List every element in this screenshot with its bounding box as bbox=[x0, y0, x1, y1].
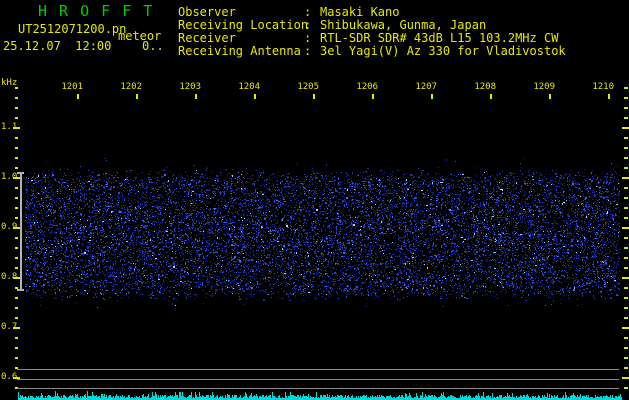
time-tick-mark bbox=[77, 94, 79, 99]
level-ref-line-1 bbox=[17, 369, 619, 370]
freq-minor-tick-right bbox=[624, 117, 628, 119]
freq-minor-tick-right bbox=[624, 257, 628, 259]
band-marker-top-cap bbox=[17, 172, 24, 174]
app-title: H R O F F T bbox=[38, 2, 154, 20]
freq-minor-tick-right bbox=[624, 157, 628, 159]
freq-minor-tick-right bbox=[624, 387, 628, 389]
freq-minor-tick-right bbox=[624, 147, 628, 149]
freq-minor-tick-right bbox=[624, 197, 628, 199]
freq-major-tick-right bbox=[622, 277, 629, 279]
time-tick-label: 1209 bbox=[533, 82, 555, 92]
freq-minor-tick-left bbox=[15, 237, 18, 239]
filename-text: UT2512071200.pn bbox=[18, 22, 127, 36]
freq-major-tick-left bbox=[13, 227, 20, 229]
info-value: Shibukawa, Gunma, Japan bbox=[320, 18, 487, 32]
audio-level-strip bbox=[18, 388, 622, 400]
freq-minor-tick-right bbox=[624, 97, 628, 99]
freq-minor-tick-right bbox=[624, 137, 628, 139]
freq-minor-tick-right bbox=[624, 287, 628, 289]
station-info-block: Observer: Masaki Kano Receiving Location: S… bbox=[178, 6, 566, 58]
freq-minor-tick-left bbox=[15, 217, 18, 219]
time-tick-label: 1207 bbox=[415, 82, 437, 92]
time-tick-label: 1206 bbox=[356, 82, 378, 92]
time-tick-mark bbox=[372, 94, 374, 99]
freq-minor-tick-left bbox=[15, 197, 18, 199]
time-tick-mark bbox=[490, 94, 492, 99]
freq-major-tick-right bbox=[622, 177, 629, 179]
freq-minor-tick-right bbox=[624, 107, 628, 109]
time-tick-label: 1210 bbox=[592, 82, 614, 92]
freq-minor-tick-right bbox=[624, 167, 628, 169]
freq-minor-tick-right bbox=[624, 347, 628, 349]
time-tick-mark bbox=[431, 94, 433, 99]
time-tick-label: 1208 bbox=[474, 82, 496, 92]
freq-major-tick-right bbox=[622, 377, 629, 379]
freq-minor-tick-right bbox=[624, 317, 628, 319]
time-tick-mark bbox=[195, 94, 197, 99]
freq-minor-tick-left bbox=[15, 357, 18, 359]
time-tick-label: 1201 bbox=[61, 82, 83, 92]
freq-major-tick-right bbox=[622, 127, 629, 129]
freq-minor-tick-right bbox=[624, 267, 628, 269]
freq-minor-tick-left bbox=[15, 187, 18, 189]
echo-count-text: 0.. bbox=[142, 39, 164, 53]
freq-minor-tick-left bbox=[15, 257, 18, 259]
freq-major-tick-left bbox=[13, 177, 20, 179]
freq-minor-tick-left bbox=[15, 297, 18, 299]
freq-minor-tick-left bbox=[15, 87, 18, 89]
time-tick-mark bbox=[313, 94, 315, 99]
freq-minor-tick-left bbox=[15, 307, 18, 309]
freq-minor-tick-left bbox=[15, 107, 18, 109]
freq-minor-tick-left bbox=[15, 167, 18, 169]
freq-major-tick-left bbox=[13, 127, 20, 129]
time-tick-mark bbox=[136, 94, 138, 99]
time-tick-label: 1205 bbox=[297, 82, 319, 92]
freq-minor-tick-right bbox=[624, 217, 628, 219]
freq-minor-tick-left bbox=[15, 117, 18, 119]
freq-minor-tick-left bbox=[15, 347, 18, 349]
time-tick-label: 1204 bbox=[238, 82, 260, 92]
hrofft-spectrogram-screen: H R O F F T UT2512071200.pn meteor 25.12… bbox=[0, 0, 629, 400]
freq-minor-tick-left bbox=[15, 317, 18, 319]
freq-minor-tick-right bbox=[624, 187, 628, 189]
freq-minor-tick-left bbox=[15, 97, 18, 99]
freq-minor-tick-right bbox=[624, 357, 628, 359]
band-marker-bottom-cap bbox=[17, 289, 24, 291]
freq-minor-tick-left bbox=[15, 337, 18, 339]
freq-minor-tick-left bbox=[15, 147, 18, 149]
freq-minor-tick-left bbox=[15, 247, 18, 249]
info-colon: : bbox=[304, 44, 312, 58]
freq-minor-tick-right bbox=[624, 237, 628, 239]
freq-minor-tick-right bbox=[624, 367, 628, 369]
info-value: 3el Yagi(V) Az 330 for Vladivostok bbox=[320, 44, 566, 58]
freq-minor-tick-left bbox=[15, 137, 18, 139]
freq-minor-tick-left bbox=[15, 207, 18, 209]
freq-minor-tick-right bbox=[624, 297, 628, 299]
time-tick-mark bbox=[549, 94, 551, 99]
freq-minor-tick-right bbox=[624, 87, 628, 89]
freq-major-tick-right bbox=[622, 227, 629, 229]
freq-major-tick-left bbox=[13, 327, 20, 329]
time-tick-label: 1202 bbox=[120, 82, 142, 92]
datetime-text: 25.12.07 12:00 bbox=[3, 39, 112, 53]
time-tick-label: 1203 bbox=[179, 82, 201, 92]
level-ref-line-2 bbox=[17, 379, 619, 380]
freq-minor-tick-left bbox=[15, 267, 18, 269]
spectrogram-canvas bbox=[25, 150, 620, 310]
freq-major-tick-left bbox=[13, 277, 20, 279]
freq-major-tick-right bbox=[622, 327, 629, 329]
time-tick-mark bbox=[608, 94, 610, 99]
info-label: Receiving Antenna bbox=[178, 44, 301, 58]
freq-minor-tick-left bbox=[15, 157, 18, 159]
freq-minor-tick-right bbox=[624, 337, 628, 339]
band-marker-line bbox=[20, 173, 22, 291]
time-tick-mark bbox=[254, 94, 256, 99]
freq-minor-tick-right bbox=[624, 247, 628, 249]
info-row: Receiving Antenna:3el Yagi(V) Az 330 for… bbox=[178, 45, 566, 58]
freq-minor-tick-right bbox=[624, 207, 628, 209]
info-value: Masaki Kano bbox=[320, 5, 400, 19]
info-value: RTL-SDR SDR# 43dB L15 103.2MHz CW bbox=[320, 31, 559, 45]
freq-minor-tick-right bbox=[624, 307, 628, 309]
